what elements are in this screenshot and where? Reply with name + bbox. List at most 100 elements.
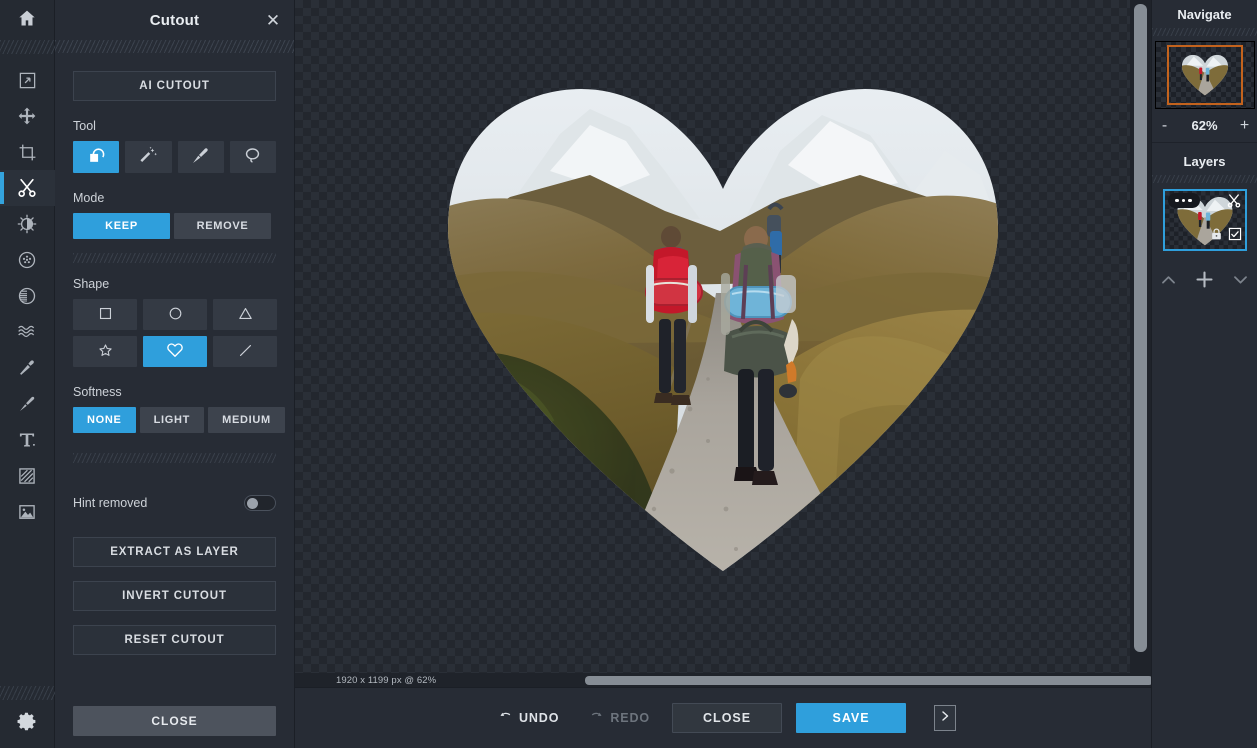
layer-menu-button[interactable] <box>1167 193 1200 208</box>
heart-icon <box>166 341 184 362</box>
hint-removed-toggle[interactable] <box>244 495 276 511</box>
gradient-circle-icon <box>17 286 37 306</box>
move-layer-up-button[interactable] <box>1159 270 1178 289</box>
tool-options <box>73 141 276 173</box>
vertical-scroll-thumb[interactable] <box>1134 4 1147 652</box>
brush-icon <box>191 146 210 168</box>
shape-option-heart[interactable] <box>143 336 207 367</box>
reset-cutout-button[interactable]: RESET CUTOUT <box>73 625 276 655</box>
tool-option-brush[interactable] <box>177 141 224 173</box>
redo-arrow-icon <box>589 709 604 727</box>
redo-label: REDO <box>610 711 651 725</box>
cutout-preview[interactable] <box>440 79 1006 579</box>
plus-icon <box>1196 271 1213 288</box>
zoom-in-button[interactable]: + <box>1239 117 1251 134</box>
softness-section-label: Softness <box>73 385 122 399</box>
triangle-icon <box>237 305 254 325</box>
close-icon[interactable]: ✕ <box>264 11 282 29</box>
sidebar-item-draw[interactable] <box>0 386 55 422</box>
image-icon <box>17 502 37 522</box>
extract-as-layer-button[interactable]: EXTRACT AS LAYER <box>73 537 276 567</box>
softness-option-light[interactable]: LIGHT <box>139 407 205 433</box>
bottom-toolbar: UNDO REDO CLOSE SAVE <box>295 687 1151 748</box>
add-layer-button[interactable] <box>1194 269 1215 290</box>
cutout-actions: EXTRACT AS LAYER INVERT CUTOUT RESET CUT… <box>73 537 276 655</box>
settings-button[interactable] <box>0 700 55 748</box>
tool-option-shape-fill[interactable] <box>73 141 120 173</box>
more-dots-icon <box>1181 198 1186 203</box>
redo-button[interactable]: REDO <box>581 703 658 733</box>
zoom-level-value: 62% <box>1191 118 1218 133</box>
shape-options <box>73 299 277 367</box>
layer-scissors-icon[interactable] <box>1226 193 1242 214</box>
tool-option-lasso[interactable] <box>229 141 276 173</box>
magic-wand-icon <box>139 146 158 168</box>
sidebar-item-image[interactable] <box>0 494 55 530</box>
panel-body: AI CUTOUT Tool Mode KEEP REMOVE Shape So… <box>55 53 294 706</box>
status-bar: 1920 x 1199 px @ 62% <box>295 673 585 687</box>
softness-option-medium[interactable]: MEDIUM <box>208 407 285 433</box>
sidebar-item-retouch[interactable] <box>0 350 55 386</box>
undo-button[interactable]: UNDO <box>490 703 567 733</box>
invert-cutout-button[interactable]: INVERT CUTOUT <box>73 581 276 611</box>
move-icon <box>17 106 37 126</box>
layer-item[interactable] <box>1162 189 1247 251</box>
sidebar-item-filter[interactable] <box>0 278 55 314</box>
sidebar-item-text[interactable] <box>0 422 55 458</box>
navigate-title: Navigate <box>1177 6 1232 22</box>
tool-option-magic-wand[interactable] <box>125 141 172 173</box>
sidebar-item-distort[interactable] <box>0 314 55 350</box>
bottom-close-button[interactable]: CLOSE <box>672 703 783 733</box>
move-layer-down-button[interactable] <box>1231 270 1250 289</box>
lock-icon[interactable] <box>1210 227 1223 246</box>
sidebar-item-adjust[interactable] <box>0 206 55 242</box>
shape-section-label: Shape <box>73 277 110 291</box>
sidebar-item-resize[interactable] <box>0 62 55 98</box>
canvas-vertical-scrollbar[interactable] <box>1130 0 1151 673</box>
zoom-controls: - 62% + <box>1152 109 1257 143</box>
brightness-icon <box>17 214 37 234</box>
chevron-down-icon <box>1234 276 1247 284</box>
softness-options: NONE LIGHT MEDIUM <box>73 407 285 433</box>
mode-option-keep[interactable]: KEEP <box>73 213 170 239</box>
sidebar-item-crop[interactable] <box>0 134 55 170</box>
sidebar-item-cutout[interactable] <box>0 170 55 206</box>
layer-action-bar <box>1152 269 1257 290</box>
horizontal-scroll-thumb[interactable] <box>585 676 1151 685</box>
navigate-divider <box>1152 28 1257 36</box>
shape-option-line[interactable] <box>213 336 277 367</box>
home-button[interactable] <box>0 0 55 40</box>
expand-panel-button[interactable] <box>934 705 957 731</box>
shape-option-star[interactable] <box>73 336 137 367</box>
navigator-thumbnail[interactable] <box>1154 41 1255 109</box>
lasso-icon <box>243 146 262 168</box>
panel-close-button[interactable]: CLOSE <box>73 706 276 736</box>
line-icon <box>237 342 254 362</box>
bottom-save-button[interactable]: SAVE <box>796 703 907 733</box>
shape-option-circle[interactable] <box>143 299 207 330</box>
panel-header-divider <box>55 40 294 53</box>
softness-option-none[interactable]: NONE <box>73 407 136 433</box>
canvas-checkerboard[interactable] <box>295 0 1151 687</box>
page-title: Cutout <box>149 11 200 29</box>
zoom-out-button[interactable]: - <box>1159 117 1171 134</box>
sidebar-item-move[interactable] <box>0 98 55 134</box>
resize-icon <box>18 71 37 90</box>
photo-editor-app: Cutout ✕ AI CUTOUT Tool Mode KEEP REMOVE… <box>0 0 1257 748</box>
text-icon <box>17 430 37 450</box>
retouch-icon <box>17 358 37 378</box>
mode-option-remove[interactable]: REMOVE <box>174 213 271 239</box>
scissors-icon <box>16 177 38 199</box>
circle-icon <box>167 305 184 325</box>
ai-cutout-button[interactable]: AI CUTOUT <box>73 71 276 101</box>
shape-option-square[interactable] <box>73 299 137 330</box>
navigator-viewport-rect[interactable] <box>1166 45 1243 105</box>
sidebar-item-texture[interactable] <box>0 458 55 494</box>
paintbrush-icon <box>17 394 37 414</box>
shape-option-triangle[interactable] <box>213 299 277 330</box>
checkbox-checked-icon[interactable] <box>1228 227 1242 246</box>
mode-options: KEEP REMOVE <box>73 213 276 239</box>
canvas-area: 1920 x 1199 px @ 62% UNDO REDO CLOSE SAV… <box>295 0 1151 748</box>
sidebar-item-effects[interactable] <box>0 242 55 278</box>
gear-icon <box>17 711 38 737</box>
